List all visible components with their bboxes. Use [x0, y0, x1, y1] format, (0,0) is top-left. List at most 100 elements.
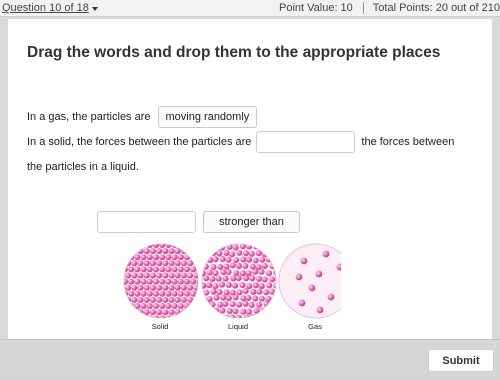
particle — [256, 301, 263, 308]
particle — [273, 256, 276, 263]
particle — [219, 307, 226, 314]
particle — [259, 256, 266, 263]
particle — [216, 250, 223, 257]
particle — [196, 303, 198, 309]
particle — [128, 266, 135, 273]
particle — [245, 295, 252, 302]
particle — [219, 256, 226, 263]
word-bank-empty-slot[interactable] — [97, 211, 196, 233]
particle — [200, 309, 206, 315]
particle — [140, 266, 147, 273]
particle — [212, 256, 219, 263]
particle — [165, 278, 172, 285]
submit-button[interactable]: Submit — [428, 349, 494, 372]
particle — [134, 244, 141, 248]
particle — [242, 300, 249, 307]
particle — [165, 254, 172, 261]
caret-down-icon[interactable] — [91, 6, 98, 11]
particle — [177, 244, 184, 248]
particle — [202, 314, 209, 318]
drop-target-2[interactable] — [256, 131, 356, 153]
particle — [159, 244, 166, 248]
particle — [146, 303, 153, 309]
particle — [168, 284, 175, 291]
particle — [209, 275, 216, 282]
particle — [177, 303, 184, 309]
particle — [210, 288, 217, 295]
particle — [273, 244, 276, 251]
particle — [193, 260, 198, 267]
particle — [137, 260, 144, 267]
particle — [262, 314, 269, 318]
particle — [165, 315, 172, 318]
particle — [215, 275, 222, 282]
particle — [213, 244, 220, 251]
particle — [256, 275, 263, 282]
particle — [202, 256, 207, 263]
particle — [223, 263, 230, 270]
particle — [143, 260, 150, 267]
particle — [248, 250, 255, 257]
particle — [196, 278, 198, 285]
particle — [258, 295, 265, 302]
particle — [193, 272, 198, 279]
particle — [168, 272, 175, 279]
particle — [316, 306, 324, 314]
particle — [128, 278, 135, 285]
particle — [229, 262, 236, 269]
particle — [295, 273, 303, 281]
particle — [259, 244, 266, 250]
particle — [226, 307, 233, 314]
particle — [235, 262, 242, 269]
draggable-word-chip[interactable]: stronger than — [203, 211, 300, 233]
total-points: Total Points: 20 out of 210 — [372, 2, 500, 14]
particle — [212, 283, 219, 290]
particle — [171, 303, 178, 309]
sentence-3-text: the particles in a liquid. — [27, 161, 139, 173]
particle — [207, 307, 214, 314]
particle — [180, 260, 187, 267]
particle — [205, 244, 212, 250]
particle — [140, 254, 147, 261]
particle — [193, 284, 198, 291]
sentence-2-text-after: the forces between — [361, 136, 455, 148]
particle — [143, 248, 150, 255]
particle — [184, 266, 190, 273]
particle — [159, 254, 166, 261]
particle — [125, 248, 132, 255]
drop-target-1-filled[interactable]: moving randomly — [157, 106, 258, 128]
particle — [275, 264, 276, 271]
particle — [252, 295, 259, 302]
particle — [240, 308, 247, 315]
footer-bar: Submit — [0, 339, 500, 380]
particle — [187, 296, 194, 303]
particle — [233, 257, 240, 264]
gas-container — [278, 243, 341, 319]
particle — [206, 282, 213, 289]
point-value: Point Value: 10 — [279, 2, 353, 14]
particle — [235, 275, 242, 282]
particle — [143, 284, 150, 291]
particle — [242, 263, 249, 270]
particle — [250, 288, 257, 295]
particle — [223, 289, 230, 296]
particle — [171, 315, 178, 318]
particle — [165, 303, 172, 309]
particle — [236, 249, 243, 256]
particle — [217, 301, 224, 308]
particle — [131, 309, 138, 316]
particle — [162, 309, 169, 316]
sentence-line-1: In a gas, the particles are moving rando… — [27, 106, 258, 128]
sentence-2-text-before: In a solid, the forces between the parti… — [27, 136, 252, 148]
particle — [156, 248, 163, 255]
question-selector[interactable]: Question 10 of 18 — [2, 2, 98, 14]
particle — [246, 256, 253, 263]
particle — [248, 302, 255, 309]
particle — [162, 296, 169, 303]
particle — [223, 250, 230, 257]
particle — [203, 301, 210, 308]
question-selector-label[interactable]: Question 10 of 18 — [2, 2, 89, 14]
particle — [272, 308, 276, 315]
particle — [134, 254, 141, 261]
particle — [153, 244, 159, 248]
